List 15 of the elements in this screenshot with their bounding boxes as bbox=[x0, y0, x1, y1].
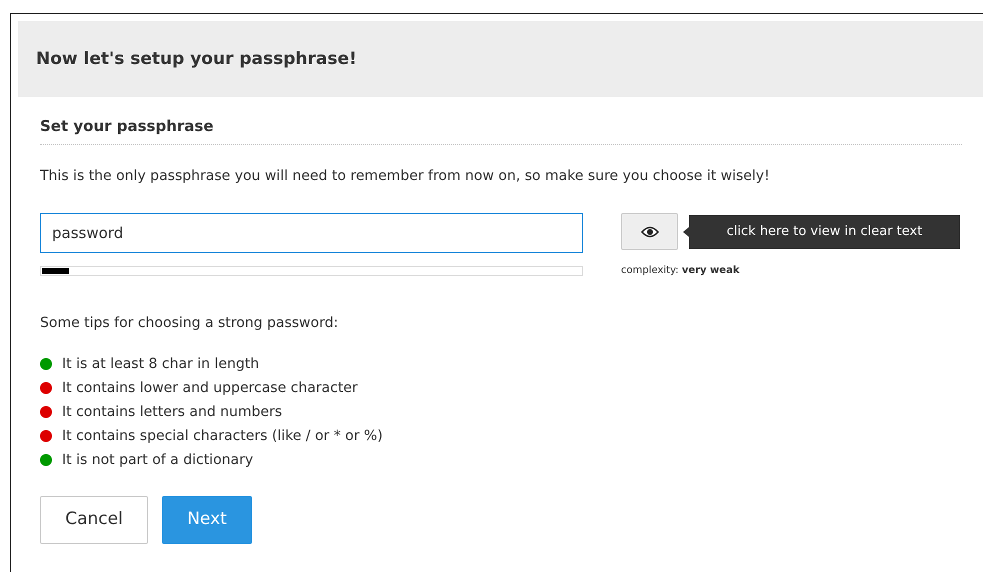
tip-text: It is not part of a dictionary bbox=[62, 451, 254, 470]
cancel-button[interactable]: Cancel bbox=[40, 496, 148, 544]
section-title: Set your passphrase bbox=[40, 117, 962, 145]
tips-title: Some tips for choosing a strong password: bbox=[40, 314, 340, 333]
complexity-text: complexity: very weak bbox=[621, 264, 740, 278]
tip-text: It contains special characters (like / or * or %) bbox=[62, 427, 383, 446]
tip-text: It contains lower and uppercase character bbox=[62, 379, 358, 398]
tooltip: click here to view in clear text bbox=[683, 214, 960, 248]
intro-text: This is the only passphrase you will need to remember from now on, so make sure you choose it wisely! bbox=[40, 167, 771, 186]
page-title: Now let's setup your passphrase! bbox=[36, 48, 357, 70]
eye-icon bbox=[640, 226, 658, 238]
passphrase-field[interactable]: password bbox=[40, 213, 583, 253]
tip-text: It contains letters and numbers bbox=[62, 403, 282, 422]
tip-text: It is at least 8 char in length bbox=[62, 355, 260, 374]
view-button[interactable] bbox=[621, 213, 678, 250]
